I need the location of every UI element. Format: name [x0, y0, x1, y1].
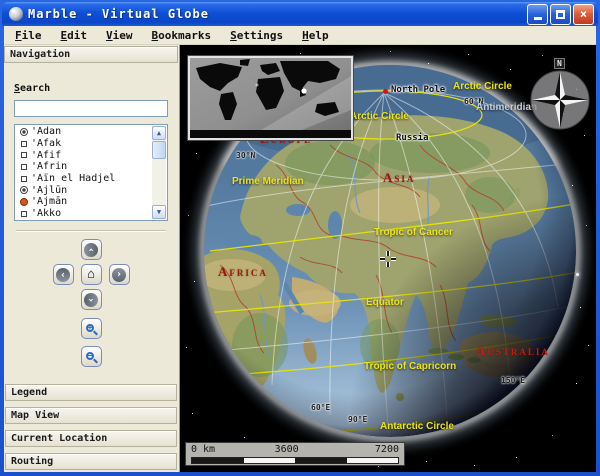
overview-map[interactable]: [188, 56, 353, 140]
list-scrollbar[interactable]: ▲ ▼: [152, 126, 166, 219]
scale-start: 0 km: [191, 444, 215, 455]
close-button[interactable]: ×: [573, 4, 594, 25]
menu-bookmarks[interactable]: Bookmarks: [145, 28, 219, 43]
crosshair-icon: [378, 249, 398, 269]
menu-edit[interactable]: Edit: [54, 28, 95, 43]
compass-north-label: N: [554, 58, 565, 69]
collapsed-panels: Legend Map View Current Location Routing: [4, 378, 178, 470]
map-label-asia: Asia: [383, 170, 415, 186]
home-icon: ⌂: [87, 268, 95, 281]
search-label: Search: [14, 83, 168, 94]
city-small-icon: [17, 141, 31, 147]
scroll-thumb[interactable]: [152, 141, 166, 159]
globe-navigation-controls: › › ⌂ › › + −: [14, 239, 168, 367]
sidebar: Navigation Search 'Adan 'Afak 'Afif 'Afr…: [4, 45, 180, 472]
menu-bar: File Edit View Bookmarks Settings Help: [4, 26, 596, 45]
map-label-tropic-of-capricorn: Tropic of Capricorn: [364, 361, 456, 372]
map-label-equator: Equator: [366, 297, 404, 308]
zoom-in-button[interactable]: +: [81, 318, 102, 339]
arrow-down-icon: ›: [84, 293, 98, 307]
map-label-russia: Russia: [396, 133, 429, 143]
search-input[interactable]: [14, 100, 168, 117]
move-right-button[interactable]: ›: [109, 264, 130, 285]
arrow-left-icon: ›: [56, 268, 70, 282]
map-label-arctic-circle-west: Arctic Circle: [350, 111, 409, 122]
city-small-icon: [17, 176, 31, 182]
scale-end: 7200: [375, 444, 399, 455]
city-medium-icon: [17, 128, 31, 136]
panel-header-map-view[interactable]: Map View: [5, 407, 177, 424]
menu-file[interactable]: File: [8, 28, 49, 43]
scale-bar: 0 km 3600 7200: [185, 442, 405, 466]
separator: [16, 230, 166, 232]
home-button[interactable]: ⌂: [81, 264, 102, 285]
zoom-out-button[interactable]: −: [81, 346, 102, 367]
map-label-australia: Australia: [476, 343, 550, 359]
overview-world-icon: [190, 58, 351, 138]
menu-help[interactable]: Help: [295, 28, 336, 43]
search-results-list[interactable]: 'Adan 'Afak 'Afif 'Afrin 'Aïn el Hadjel …: [14, 124, 168, 221]
minimize-button[interactable]: [527, 4, 548, 25]
panel-header-navigation[interactable]: Navigation: [4, 46, 178, 63]
menu-settings[interactable]: Settings: [223, 28, 290, 43]
minimize-icon: [534, 17, 542, 20]
north-pole-marker: [383, 89, 388, 94]
move-left-button[interactable]: ›: [53, 264, 74, 285]
scroll-up-icon[interactable]: ▲: [152, 126, 166, 140]
list-item[interactable]: 'Afif: [17, 149, 151, 161]
marble-app-window: { "window": { "title": "Marble - Virtual…: [0, 0, 600, 476]
title-bar[interactable]: Marble - Virtual Globe ×: [2, 2, 598, 26]
city-medium-icon: [17, 186, 31, 194]
app-window: Marble - Virtual Globe × File Edit View …: [0, 0, 600, 476]
close-icon: ×: [580, 7, 587, 21]
zoom-out-icon: −: [86, 352, 96, 362]
arrow-right-icon: ›: [112, 268, 126, 282]
map-label-60e: 60°E: [311, 403, 330, 412]
map-label-30n: 30°N: [236, 151, 255, 160]
client-area: File Edit View Bookmarks Settings Help N…: [4, 26, 596, 472]
map-label-antimeridian: Antimeridian: [476, 102, 537, 113]
panel-header-routing[interactable]: Routing: [5, 453, 177, 470]
scale-mid: 3600: [275, 444, 299, 455]
city-small-icon: [17, 164, 31, 170]
move-down-button[interactable]: ›: [81, 289, 102, 310]
globe-view[interactable]: North Pole Arctic Circle 60°N Antimeridi…: [180, 45, 596, 472]
panel-header-current-location[interactable]: Current Location: [5, 430, 177, 447]
marble-app-icon: [9, 7, 23, 21]
city-capital-icon: [17, 198, 31, 206]
scroll-down-icon[interactable]: ▼: [152, 205, 166, 219]
map-label-north-pole: North Pole: [391, 85, 445, 95]
map-label-150e: 150°E: [501, 376, 525, 385]
list-item[interactable]: 'Aïn el Hadjel: [17, 173, 151, 185]
compass-icon[interactable]: [529, 69, 591, 131]
list-item[interactable]: 'Akko: [17, 208, 151, 220]
map-label-tropic-of-cancer: Tropic of Cancer: [374, 227, 453, 238]
panel-header-legend[interactable]: Legend: [5, 384, 177, 401]
list-item[interactable]: 'Ajlūn: [17, 184, 151, 196]
list-item[interactable]: 'Afak: [17, 138, 151, 150]
window-title: Marble - Virtual Globe: [28, 7, 209, 21]
menu-view[interactable]: View: [99, 28, 140, 43]
map-label-90e: 90°E: [348, 415, 367, 424]
map-label-prime-meridian: Prime Meridian: [232, 176, 304, 187]
maximize-icon: [556, 10, 565, 19]
maximize-button[interactable]: [550, 4, 571, 25]
list-item[interactable]: 'Ajmān: [17, 196, 151, 208]
zoom-in-icon: +: [86, 324, 96, 334]
city-small-icon: [17, 152, 31, 158]
map-label-antarctic-circle: Antarctic Circle: [380, 421, 454, 432]
navigation-panel: Search 'Adan 'Afak 'Afif 'Afrin 'Aïn el …: [4, 63, 178, 367]
map-label-arctic-circle-east: Arctic Circle: [453, 81, 512, 92]
move-up-button[interactable]: ›: [81, 239, 102, 260]
list-item[interactable]: 'Adan: [17, 126, 151, 138]
scale-segments: [191, 457, 399, 464]
map-label-africa: Africa: [218, 264, 268, 280]
list-item[interactable]: 'Afrin: [17, 161, 151, 173]
city-small-icon: [17, 211, 31, 217]
arrow-up-icon: ›: [84, 243, 98, 257]
